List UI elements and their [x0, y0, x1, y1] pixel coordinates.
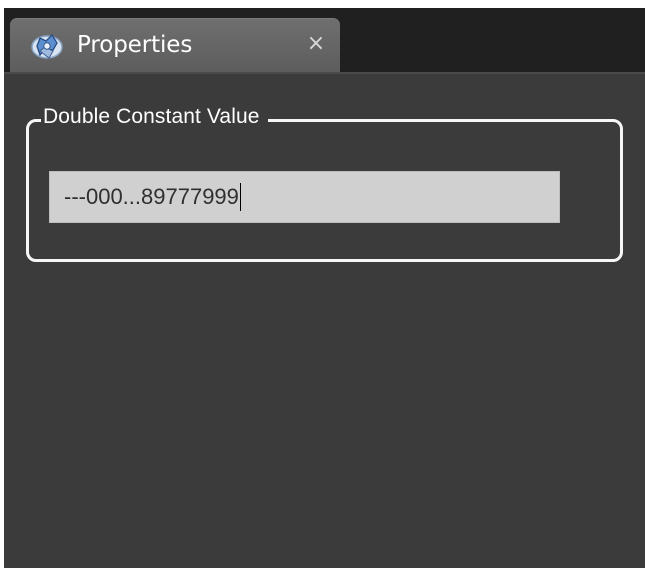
close-icon[interactable]: × — [304, 30, 328, 58]
group-label: Double Constant Value — [41, 102, 268, 132]
tab-properties[interactable]: Properties × — [10, 18, 340, 72]
properties-panel: Double Constant Value ---000...89777999 — [4, 72, 645, 568]
properties-window: Properties × Double Constant Value ---00… — [4, 8, 645, 568]
text-caret — [239, 183, 241, 211]
double-constant-value-input[interactable]: ---000...89777999 — [49, 171, 560, 223]
tab-title: Properties — [77, 32, 193, 58]
properties-icon — [29, 31, 65, 61]
input-value: ---000...89777999 — [64, 184, 239, 209]
